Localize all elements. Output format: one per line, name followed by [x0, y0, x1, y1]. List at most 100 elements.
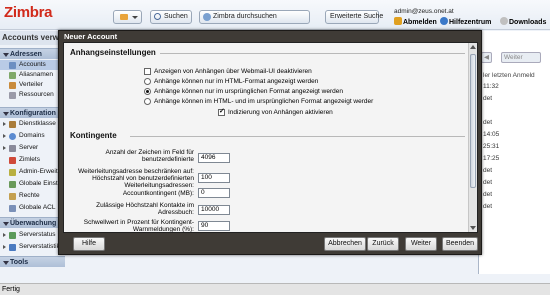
section-tools[interactable]: Tools [0, 256, 65, 267]
list-item[interactable]: det [483, 118, 549, 127]
zimbra-search-button[interactable]: Zimbra durchsuchen [199, 10, 310, 24]
option-html-only[interactable]: Anhänge können nur im HTML-Format angeze… [144, 78, 319, 86]
list-item[interactable]: det [483, 190, 549, 199]
server-icon [9, 145, 16, 152]
section-label: Adressen [10, 51, 42, 58]
search-icon [154, 13, 161, 20]
radio-button[interactable] [144, 78, 151, 85]
radio-button[interactable] [144, 98, 151, 105]
help-button[interactable]: Hilfe [73, 237, 105, 251]
back-button[interactable]: Zurück [367, 237, 399, 251]
list-item[interactable]: 11:32 [483, 82, 549, 91]
account-quota-input[interactable]: 0 [198, 188, 230, 198]
list-item[interactable]: 14:05 [483, 130, 549, 139]
cancel-button[interactable]: Abbrechen [324, 237, 366, 251]
section-configuration[interactable]: Konfiguration [0, 107, 65, 118]
warning-threshold-input[interactable]: 90 [198, 221, 230, 231]
sidebar-item-server-status[interactable]: Serverstatus [0, 230, 65, 240]
sidebar-item-label: Ressourcen [19, 91, 54, 98]
logout-link[interactable]: Abmelden [394, 17, 437, 26]
sidebar-item-servers[interactable]: Server [0, 143, 65, 153]
radio-button-selected[interactable] [144, 88, 151, 95]
button-label: Weiter [410, 240, 432, 247]
account-list-panel: ◀ Weiter ler letzten Anmeld 11:32 det de… [478, 31, 550, 274]
search-button-label: Suchen [164, 13, 188, 20]
expand-icon [3, 233, 6, 237]
sidebar-item-label: Dienstklasse [19, 120, 56, 127]
sidebar-item-global-acl[interactable]: Globale ACL [0, 203, 65, 213]
dialog-title: Neuer Account [64, 32, 118, 41]
sidebar-item-domains[interactable]: Domains [0, 131, 65, 141]
advanced-search-button[interactable]: Erweiterte Suche [325, 10, 383, 24]
button-label: Hilfe [81, 240, 96, 247]
list-item[interactable]: det [483, 166, 549, 175]
download-icon [500, 17, 508, 25]
status-bar: Fertig [0, 283, 550, 295]
option-disable-attachments[interactable]: Anzeigen von Anhängen über Webmail-UI de… [144, 68, 312, 76]
domain-icon [9, 133, 16, 140]
forwarding-addresses-input[interactable]: 100 [198, 173, 230, 183]
sidebar-item-global-settings[interactable]: Globale Einstel [0, 179, 65, 189]
finish-button[interactable]: Beenden [442, 237, 478, 251]
stats-icon [9, 244, 16, 251]
expand-icon [3, 245, 6, 249]
option-index-attachments[interactable]: Indizierung von Anhängen aktivieren [218, 108, 333, 117]
scrollbar-thumb[interactable] [470, 54, 476, 188]
sidebar-item-label: Verteiler [19, 81, 43, 88]
list-item[interactable]: 25:31 [483, 142, 549, 151]
sidebar-item-rights[interactable]: Rechte [0, 191, 65, 201]
scroll-down-icon[interactable] [470, 226, 476, 230]
sidebar-item-resources[interactable]: Ressourcen [0, 90, 65, 100]
quota-label-forwarding: Weiterleitungsadresse beschränken auf: H… [78, 168, 194, 189]
list-item[interactable]: 17:25 [483, 154, 549, 163]
section-addresses[interactable]: Adressen [0, 48, 65, 59]
sidebar-item-aliases[interactable]: Aliasnamen [0, 70, 65, 80]
alias-icon [9, 72, 16, 79]
sidebar-item-label: Domains [19, 132, 45, 139]
list-item[interactable]: det [483, 202, 549, 211]
checkbox-checked[interactable] [218, 108, 225, 116]
downloads-label: Downloads [509, 19, 547, 26]
zimbra-logo: Zimbra [4, 4, 53, 21]
next-button[interactable]: Weiter [405, 237, 437, 251]
option-label: Anhänge können nur im HTML-Format angeze… [154, 78, 319, 85]
sidebar-item-label: Rechte [19, 192, 40, 199]
option-html-and-original[interactable]: Anhänge können im HTML- und im ursprüngl… [144, 98, 373, 106]
option-label: Anhänge können nur im ursprünglichen For… [154, 88, 343, 95]
section-monitoring[interactable]: Überwachung [0, 217, 65, 228]
help-label: Hilfezentrum [449, 19, 492, 26]
search-button[interactable]: Suchen [150, 10, 192, 24]
max-contacts-input[interactable]: 10000 [198, 205, 230, 215]
checkbox[interactable] [144, 68, 151, 75]
sidebar-item-label: Server [19, 144, 39, 151]
scroll-up-icon[interactable] [470, 45, 476, 49]
option-original-only[interactable]: Anhänge können nur im ursprünglichen For… [144, 88, 343, 96]
sidebar-item-zimlets[interactable]: Zimlets [0, 155, 65, 165]
signature-chars-input[interactable]: 4096 [198, 153, 230, 163]
toolbar-label: Weiter [504, 54, 523, 61]
user-email: admin@zeus.onet.at [394, 8, 454, 15]
advanced-search-label: Erweiterte Suche [330, 13, 384, 20]
sidebar-item-lists[interactable]: Verteiler [0, 80, 65, 90]
sidebar-item-cos[interactable]: Dienstklasse [0, 119, 65, 129]
column-header-last-login[interactable]: ler letzten Anmeld [483, 71, 549, 80]
toolbar-button-prev[interactable]: ◀ [481, 52, 492, 63]
list-item[interactable] [483, 106, 549, 115]
sidebar-item-accounts[interactable]: Accounts [0, 60, 65, 70]
list-item[interactable]: det [483, 178, 549, 187]
search-type-dropdown[interactable] [113, 10, 142, 24]
list-item[interactable]: det [483, 94, 549, 103]
section-divider [160, 53, 465, 54]
help-center-link[interactable]: Hilfezentrum [440, 17, 491, 26]
dialog-scrollbar[interactable] [468, 43, 477, 232]
resource-icon [9, 92, 16, 99]
sidebar-item-server-stats[interactable]: Serverstatistik [0, 242, 65, 252]
button-label: Zurück [372, 240, 394, 247]
sidebar-item-admin-extensions[interactable]: Admin-Erweit [0, 167, 65, 177]
downloads-link[interactable]: Downloads [500, 17, 546, 26]
sidebar-item-label: Serverstatistik [19, 243, 60, 250]
logout-label: Abmelden [403, 19, 437, 26]
toolbar-button-next[interactable]: Weiter [501, 52, 541, 63]
help-icon [440, 17, 448, 25]
left-panel-title: Accounts verwa [0, 31, 65, 45]
